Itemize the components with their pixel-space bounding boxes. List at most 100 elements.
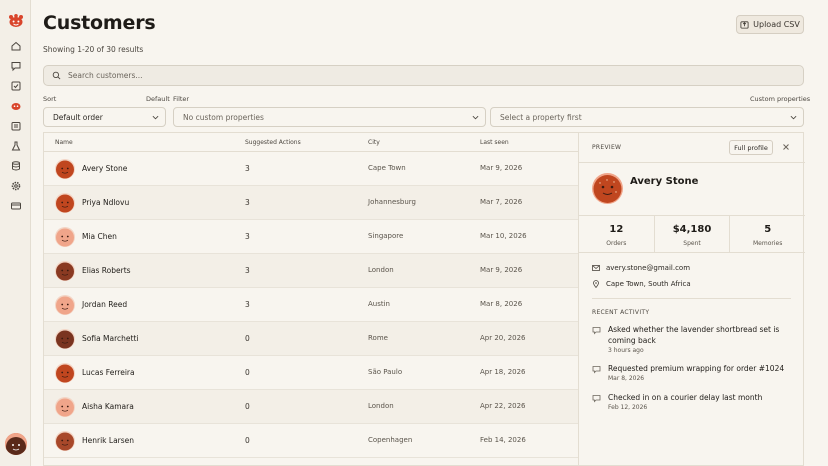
table-body: Avery Stone 3 Cape Town Mar 9, 2026 Priya Nd… [44,152,579,458]
sort-label: Sort [43,95,57,103]
upload-csv-button[interactable]: Upload CSV [736,15,804,34]
email-row: avery.stone@gmail.com [592,264,690,272]
chevron-down-icon [152,115,159,120]
table-row[interactable]: Sofia Marchetti 0 Rome Apr 20, 2026 [44,322,579,356]
customer-city: Johannesburg [368,198,416,206]
last-seen-date: Apr 20, 2026 [480,334,526,342]
stat-label: Memories [753,240,783,247]
settings-icon[interactable] [10,180,22,192]
last-seen-date: Apr 22, 2026 [480,402,526,410]
chevron-down-icon [790,115,797,120]
database-icon[interactable] [10,160,22,172]
home-icon[interactable] [10,40,22,52]
customer-stats: 12 Orders $4,180 Spent 5 Memories [579,215,805,253]
column-header-last-seen[interactable]: Last seen [480,139,509,146]
divider [579,162,805,163]
activity-date: 3 hours ago [608,347,644,354]
page-title: Customers [43,12,156,34]
suggested-actions-count: 0 [245,334,250,343]
mail-icon [592,265,600,271]
suggested-actions-count: 3 [245,164,250,173]
table-row[interactable]: Aisha Kamara 0 London Apr 22, 2026 [44,390,579,424]
activity-date: Feb 12, 2026 [608,404,648,411]
activity-text: Asked whether the lavender shortbread se… [608,325,780,345]
customer-name: Elias Roberts [82,266,131,275]
logo-icon[interactable] [8,14,24,28]
stat-value: 12 [609,224,624,235]
avatar [55,397,75,417]
customer-name: Priya Ndlovu [82,198,130,207]
checklist-icon[interactable] [10,80,22,92]
customer-city: Austin [368,300,390,308]
column-header-name[interactable]: Name [55,139,73,146]
inbox-icon[interactable] [10,120,22,132]
column-header-city[interactable]: City [368,139,380,146]
stat-label: Spent [683,240,701,247]
suggested-actions-count: 0 [245,436,250,445]
suggested-actions-count: 3 [245,232,250,241]
suggested-actions-count: 3 [245,266,250,275]
upload-csv-label: Upload CSV [753,20,800,29]
stat-value: 5 [764,224,772,235]
last-seen-date: Mar 9, 2026 [480,266,523,274]
last-seen-date: Mar 10, 2026 [480,232,527,240]
customer-name: Henrik Larsen [82,436,135,445]
avatar [55,193,75,213]
sort-select[interactable]: Default order [43,107,166,127]
column-header-suggested-actions[interactable]: Suggested Actions [245,139,301,146]
sidebar-rail [0,0,31,466]
table-row[interactable]: Lucas Ferreira 0 São Paulo Apr 18, 2026 [44,356,579,390]
close-icon[interactable] [781,142,791,152]
table-row[interactable]: Avery Stone 3 Cape Town Mar 9, 2026 [44,152,579,186]
activity-item[interactable]: Checked in on a courier delay last month… [592,392,792,416]
property-value-placeholder: Select a property first [500,112,582,122]
bot-icon[interactable] [10,100,22,112]
activity-text: Requested premium wrapping for order #10… [608,364,785,373]
full-profile-button[interactable]: Full profile [729,140,773,155]
table-row[interactable]: Jordan Reed 3 Austin Mar 8, 2026 [44,288,579,322]
divider [592,298,791,299]
suggested-actions-count: 0 [245,368,250,377]
customer-city: Copenhagen [368,436,413,444]
activity-date: Mar 8, 2026 [608,375,645,382]
search-box[interactable] [43,65,804,86]
chevron-down-icon [472,115,479,120]
activity-text: Checked in on a courier delay last month [608,393,763,402]
location-pin-icon [593,280,599,288]
customer-preview-panel: PREVIEW Full profile Avery Stone 12 Orde… [578,132,805,466]
chat-icon[interactable] [10,60,22,72]
customer-name: Sofia Marchetti [82,334,139,343]
recent-activity-label: RECENT ACTIVITY [592,309,650,316]
custom-properties-hint: Custom properties [750,95,811,103]
table-row[interactable]: Priya Ndlovu 3 Johannesburg Mar 7, 2026 [44,186,579,220]
avatar [55,227,75,247]
table-row[interactable]: Elias Roberts 3 London Mar 9, 2026 [44,254,579,288]
suggested-actions-count: 3 [245,300,250,309]
customer-email[interactable]: avery.stone@gmail.com [606,264,690,272]
customer-city: London [368,402,394,410]
table-row[interactable]: Henrik Larsen 0 Copenhagen Feb 14, 2026 [44,424,579,458]
stat-spent: $4,180 Spent [655,216,731,252]
avatar [55,261,75,281]
table-row[interactable]: Mia Chen 3 Singapore Mar 10, 2026 [44,220,579,254]
search-input[interactable] [68,71,768,80]
avatar [55,329,75,349]
last-seen-date: Mar 9, 2026 [480,164,523,172]
suggested-actions-count: 0 [245,402,250,411]
search-icon [52,71,61,80]
sort-select-value: Default order [53,112,103,122]
table-header: Name Suggested Actions City Last seen [44,133,579,152]
customer-city: London [368,266,394,274]
suggested-actions-count: 3 [245,198,250,207]
flask-icon[interactable] [10,140,22,152]
stat-memories: 5 Memories [730,216,805,252]
filter-label: Filter [173,95,190,103]
property-select[interactable]: No custom properties [173,107,486,127]
location-row: Cape Town, South Africa [592,280,691,288]
preview-customer-name: Avery Stone [630,176,699,187]
property-value-select[interactable]: Select a property first [490,107,804,127]
current-user-avatar[interactable] [5,433,27,455]
activity-item[interactable]: Requested premium wrapping for order #10… [592,363,792,387]
activity-item[interactable]: Asked whether the lavender shortbread se… [592,324,792,358]
card-icon[interactable] [10,200,22,212]
